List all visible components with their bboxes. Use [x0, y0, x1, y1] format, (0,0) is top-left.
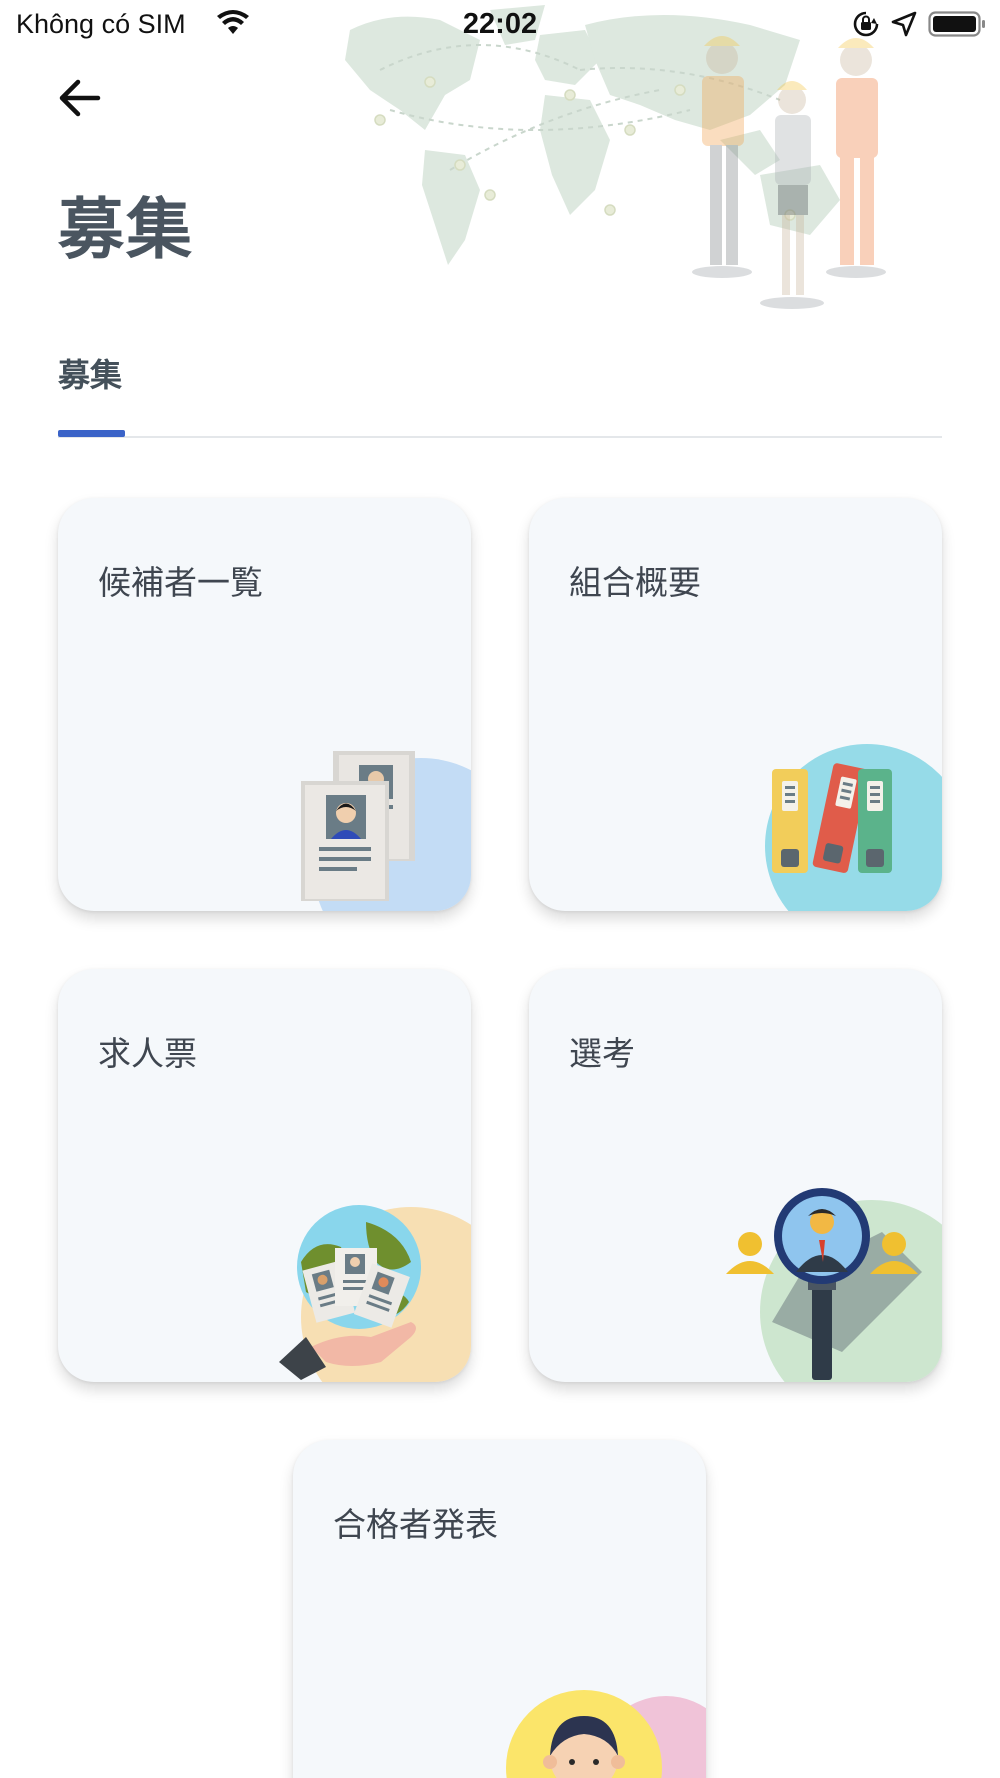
card-title: 選考: [569, 1034, 635, 1073]
tab-strip: 募集: [58, 350, 942, 440]
battery-icon: [928, 11, 985, 37]
job-posting-icon: [279, 1205, 471, 1382]
card-title: 合格者発表: [333, 1505, 498, 1544]
back-button[interactable]: [56, 76, 116, 132]
pass-announcement-icon: [506, 1690, 706, 1778]
status-bar: Không có SIM 22:02: [0, 0, 1000, 52]
card-candidate-list[interactable]: 候補者一覧: [58, 498, 471, 911]
orientation-lock-icon: [853, 11, 879, 37]
card-selection[interactable]: 選考: [529, 969, 942, 1382]
card-title: 組合概要: [569, 563, 701, 602]
card-job-posting[interactable]: 求人票: [58, 969, 471, 1382]
card-union-overview[interactable]: 組合概要: [529, 498, 942, 911]
card-title: 求人票: [98, 1034, 197, 1073]
location-arrow-icon: [891, 11, 917, 37]
union-overview-binders-icon: [765, 744, 942, 911]
card-pass-announcement[interactable]: 合格者発表: [293, 1440, 706, 1778]
status-time: 22:02: [462, 8, 538, 40]
tab-active-indicator: [58, 430, 125, 437]
selection-magnifier-icon: [726, 1188, 942, 1382]
tab-recruitment[interactable]: 募集: [58, 350, 122, 440]
card-title: 候補者一覧: [98, 563, 263, 602]
page-title: 募集: [58, 191, 194, 268]
candidate-list-icon: [301, 751, 471, 911]
tab-label: 募集: [58, 356, 123, 394]
arrow-left-icon: [59, 79, 101, 117]
tab-divider: [58, 436, 942, 438]
